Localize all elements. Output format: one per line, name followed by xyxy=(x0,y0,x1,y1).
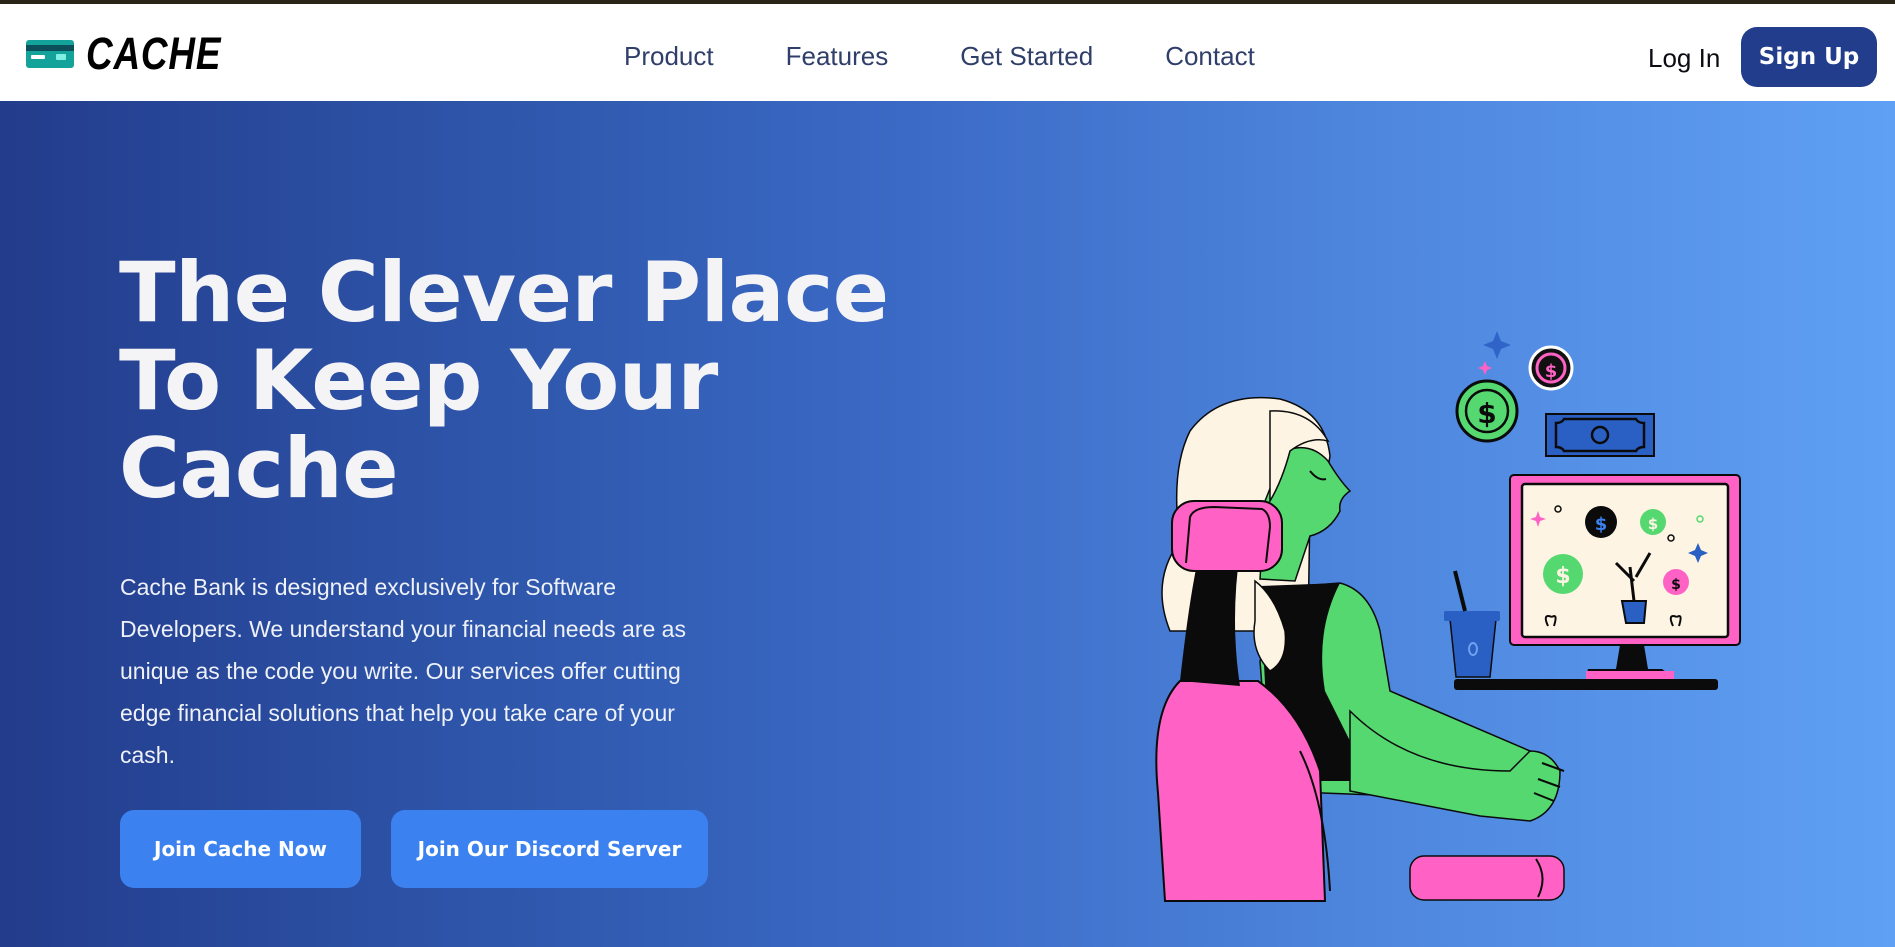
hero-headline: The Clever Place To Keep Your Cache xyxy=(119,244,889,517)
signup-button[interactable]: Sign Up xyxy=(1741,27,1877,87)
nav-link-get-started[interactable]: Get Started xyxy=(960,38,1093,74)
svg-text:$: $ xyxy=(1648,515,1658,533)
svg-text:$: $ xyxy=(1595,514,1608,535)
svg-text:$: $ xyxy=(1555,564,1570,589)
credit-card-icon xyxy=(26,39,74,69)
svg-text:$: $ xyxy=(1671,577,1681,593)
hero-description: Cache Bank is designed exclusively for S… xyxy=(120,574,686,768)
brand-wordmark: CACHE xyxy=(86,28,222,79)
headline-line: Cache xyxy=(119,420,399,517)
nav-link-product[interactable]: Product xyxy=(624,38,714,74)
svg-text:$: $ xyxy=(1545,361,1558,382)
primary-nav: Product Features Get Started Contact xyxy=(624,38,1255,74)
headline-line: The Clever Place xyxy=(119,244,889,341)
join-cache-button[interactable]: Join Cache Now xyxy=(120,810,361,888)
hero-section: The Clever Place To Keep Your Cache Cach… xyxy=(0,101,1895,947)
nav-link-features[interactable]: Features xyxy=(786,38,889,74)
nav-link-contact[interactable]: Contact xyxy=(1165,38,1255,74)
headline-line: To Keep Your xyxy=(119,332,718,429)
brand-logo[interactable]: CACHE xyxy=(26,28,251,79)
person-at-computer-illustration: $ $ $ $ $ $ xyxy=(1150,331,1790,911)
navbar: CACHE Product Features Get Started Conta… xyxy=(0,4,1895,101)
join-discord-button[interactable]: Join Our Discord Server xyxy=(391,810,708,888)
svg-text:$: $ xyxy=(1477,397,1496,430)
login-link[interactable]: Log In xyxy=(1648,40,1720,76)
